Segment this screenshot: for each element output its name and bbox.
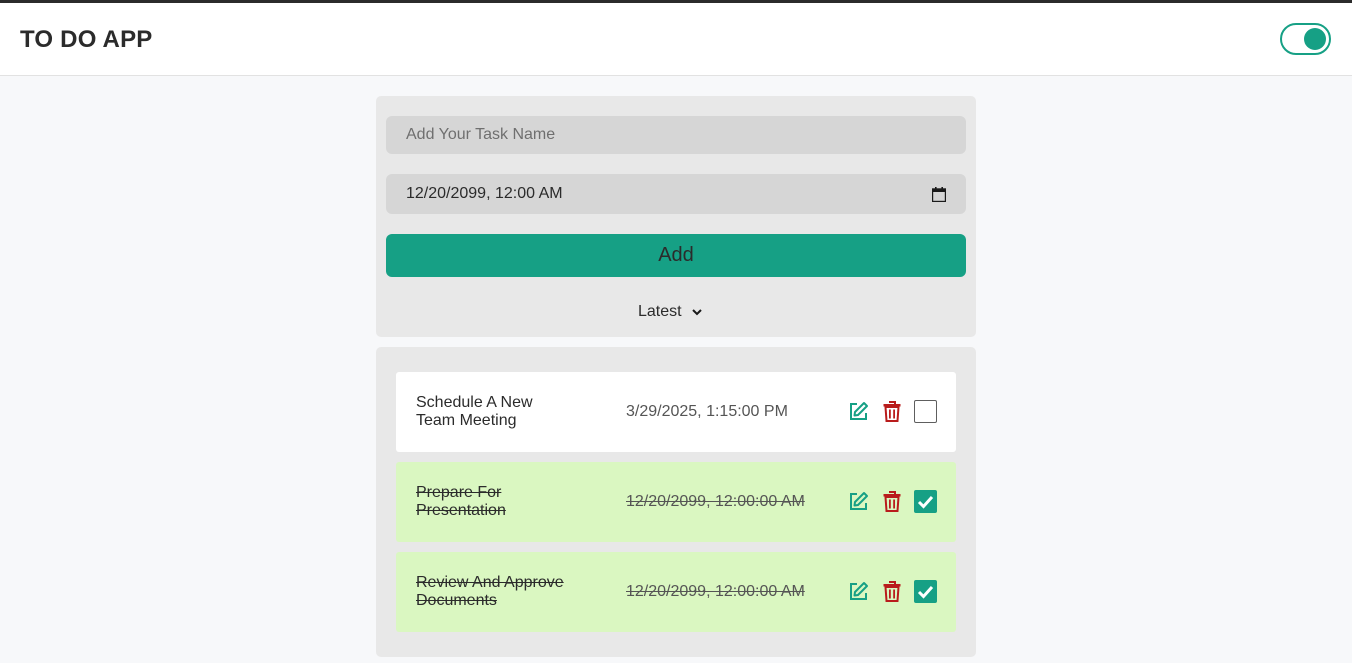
task-date: 3/29/2025, 1:15:00 PM [626, 403, 788, 420]
task-date-value: 12/20/2099, 12:00 AM [406, 185, 563, 202]
toggle-icon [1304, 28, 1326, 50]
app-title: TO DO APP [20, 26, 153, 53]
add-task-form: 12/20/2099, 12:00 AM Add Latest [376, 96, 976, 337]
task-date: 12/20/2099, 12:00:00 AM [626, 493, 805, 510]
task-checkbox[interactable] [914, 490, 937, 513]
task-name: Schedule A New Team Meeting [416, 394, 533, 429]
checkmark-icon [917, 585, 934, 599]
task-list: Schedule A New Team Meeting 3/29/2025, 1… [376, 347, 976, 657]
calendar-icon[interactable] [932, 186, 946, 202]
task-item: Schedule A New Team Meeting 3/29/2025, 1… [396, 372, 956, 452]
trash-icon[interactable] [883, 491, 901, 512]
checkmark-icon [917, 495, 934, 509]
task-date: 12/20/2099, 12:00:00 AM [626, 583, 805, 600]
task-name: Prepare For Presentation [416, 484, 506, 519]
task-name-input[interactable] [386, 116, 966, 154]
theme-toggle[interactable] [1280, 23, 1331, 55]
chevron-down-icon [691, 308, 702, 316]
edit-icon[interactable] [848, 401, 869, 422]
edit-icon[interactable] [848, 581, 869, 602]
task-checkbox[interactable] [914, 400, 937, 423]
task-item: Review And Approve Documents 12/20/2099,… [396, 552, 956, 632]
sort-selected-value: Latest [638, 303, 682, 320]
task-name: Review And Approve Documents [416, 574, 564, 609]
task-checkbox[interactable] [914, 580, 937, 603]
trash-icon[interactable] [883, 581, 901, 602]
add-button[interactable]: Add [386, 234, 966, 277]
trash-icon[interactable] [883, 401, 901, 422]
sort-select[interactable]: Latest [638, 302, 728, 322]
task-item: Prepare For Presentation 12/20/2099, 12:… [396, 462, 956, 542]
edit-icon[interactable] [848, 491, 869, 512]
app-header: TO DO APP [0, 3, 1352, 76]
task-date-input[interactable]: 12/20/2099, 12:00 AM [386, 174, 966, 214]
